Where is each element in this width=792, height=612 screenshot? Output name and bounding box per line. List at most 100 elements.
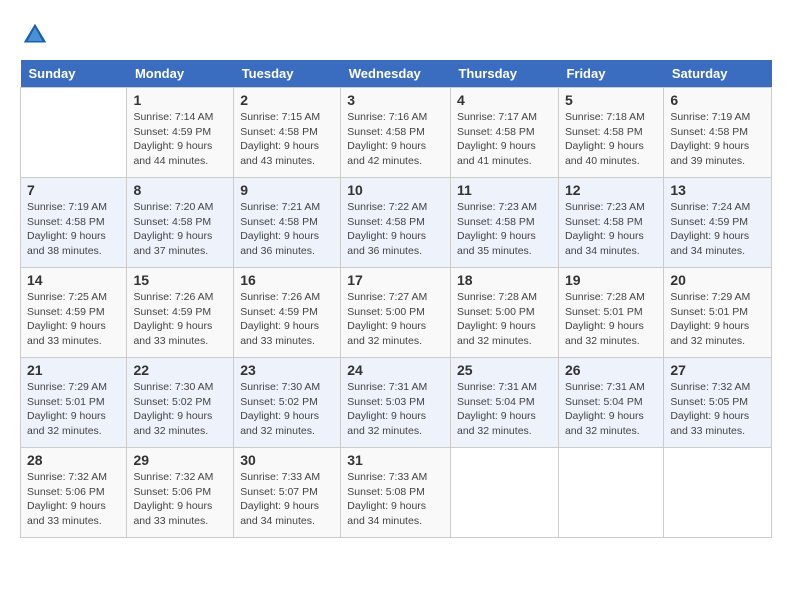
day-number: 9 (240, 182, 334, 198)
calendar-cell: 13 Sunrise: 7:24 AMSunset: 4:59 PMDayligh… (664, 178, 772, 268)
calendar-cell: 20Sunrise: 7:29 AMSunset: 5:01 PMDayligh… (664, 268, 772, 358)
day-info: Sunrise: 7:30 AMSunset: 5:02 PMDaylight:… (240, 380, 334, 439)
day-number: 16 (240, 272, 334, 288)
day-number: 10 (347, 182, 444, 198)
calendar-cell: 28 Sunrise: 7:32 AMSunset: 5:06 PMDayligh… (21, 448, 127, 538)
logo (20, 20, 54, 50)
day-info: Sunrise: 7:18 AMSunset: 4:58 PMDaylight:… (565, 110, 657, 169)
calendar-cell: 16 Sunrise: 7:26 AMSunset: 4:59 PMDayligh… (234, 268, 341, 358)
calendar-cell: 5 Sunrise: 7:18 AMSunset: 4:58 PMDaylight… (558, 88, 663, 178)
day-info: Sunrise: 7:32 AMSunset: 5:06 PMDaylight:… (133, 470, 227, 529)
day-info: Sunrise: 7:28 AMSunset: 5:00 PMDaylight:… (457, 290, 552, 349)
day-number: 8 (133, 182, 227, 198)
calendar-cell: 31Sunrise: 7:33 AMSunset: 5:08 PMDayligh… (341, 448, 451, 538)
calendar-cell (664, 448, 772, 538)
calendar-week-4: 21Sunrise: 7:29 AMSunset: 5:01 PMDayligh… (21, 358, 772, 448)
calendar-cell: 19 Sunrise: 7:28 AMSunset: 5:01 PMDayligh… (558, 268, 663, 358)
calendar-cell: 1 Sunrise: 7:14 AMSunset: 4:59 PMDaylight… (127, 88, 234, 178)
day-info: Sunrise: 7:29 AMSunset: 5:01 PMDaylight:… (670, 290, 765, 349)
calendar-cell: 9 Sunrise: 7:21 AMSunset: 4:58 PMDaylight… (234, 178, 341, 268)
column-header-thursday: Thursday (450, 60, 558, 88)
day-info: Sunrise: 7:32 AMSunset: 5:06 PMDaylight:… (27, 470, 120, 529)
day-info: Sunrise: 7:19 AMSunset: 4:58 PMDaylight:… (27, 200, 120, 259)
day-number: 17 (347, 272, 444, 288)
calendar-cell: 6 Sunrise: 7:19 AMSunset: 4:58 PMDaylight… (664, 88, 772, 178)
logo-icon (20, 20, 50, 50)
day-number: 30 (240, 452, 334, 468)
day-info: Sunrise: 7:17 AMSunset: 4:58 PMDaylight:… (457, 110, 552, 169)
day-info: Sunrise: 7:26 AMSunset: 4:59 PMDaylight:… (133, 290, 227, 349)
calendar-cell: 22 Sunrise: 7:30 AMSunset: 5:02 PMDayligh… (127, 358, 234, 448)
day-number: 18 (457, 272, 552, 288)
calendar-cell: 23 Sunrise: 7:30 AMSunset: 5:02 PMDayligh… (234, 358, 341, 448)
day-number: 27 (670, 362, 765, 378)
day-info: Sunrise: 7:31 AMSunset: 5:04 PMDaylight:… (565, 380, 657, 439)
calendar-cell (450, 448, 558, 538)
day-number: 7 (27, 182, 120, 198)
day-info: Sunrise: 7:32 AMSunset: 5:05 PMDaylight:… (670, 380, 765, 439)
calendar-cell: 10 Sunrise: 7:22 AMSunset: 4:58 PMDayligh… (341, 178, 451, 268)
calendar-cell: 11Sunrise: 7:23 AMSunset: 4:58 PMDayligh… (450, 178, 558, 268)
day-info: Sunrise: 7:24 AMSunset: 4:59 PMDaylight:… (670, 200, 765, 259)
day-number: 29 (133, 452, 227, 468)
day-info: Sunrise: 7:26 AMSunset: 4:59 PMDaylight:… (240, 290, 334, 349)
day-info: Sunrise: 7:14 AMSunset: 4:59 PMDaylight:… (133, 110, 227, 169)
calendar-cell: 8 Sunrise: 7:20 AMSunset: 4:58 PMDaylight… (127, 178, 234, 268)
day-number: 13 (670, 182, 765, 198)
calendar-cell: 30 Sunrise: 7:33 AMSunset: 5:07 PMDayligh… (234, 448, 341, 538)
calendar-cell: 18 Sunrise: 7:28 AMSunset: 5:00 PMDayligh… (450, 268, 558, 358)
day-number: 3 (347, 92, 444, 108)
calendar-week-2: 7 Sunrise: 7:19 AMSunset: 4:58 PMDaylight… (21, 178, 772, 268)
column-header-friday: Friday (558, 60, 663, 88)
day-number: 6 (670, 92, 765, 108)
day-number: 15 (133, 272, 227, 288)
calendar-week-5: 28 Sunrise: 7:32 AMSunset: 5:06 PMDayligh… (21, 448, 772, 538)
day-number: 19 (565, 272, 657, 288)
day-number: 23 (240, 362, 334, 378)
day-number: 25 (457, 362, 552, 378)
day-info: Sunrise: 7:22 AMSunset: 4:58 PMDaylight:… (347, 200, 444, 259)
calendar-cell: 26Sunrise: 7:31 AMSunset: 5:04 PMDayligh… (558, 358, 663, 448)
day-number: 5 (565, 92, 657, 108)
calendar-cell: 7 Sunrise: 7:19 AMSunset: 4:58 PMDaylight… (21, 178, 127, 268)
calendar-cell (558, 448, 663, 538)
calendar-cell: 15 Sunrise: 7:26 AMSunset: 4:59 PMDayligh… (127, 268, 234, 358)
calendar-week-1: 1 Sunrise: 7:14 AMSunset: 4:59 PMDaylight… (21, 88, 772, 178)
day-number: 4 (457, 92, 552, 108)
column-header-saturday: Saturday (664, 60, 772, 88)
column-header-wednesday: Wednesday (341, 60, 451, 88)
day-info: Sunrise: 7:15 AMSunset: 4:58 PMDaylight:… (240, 110, 334, 169)
calendar-cell: 14 Sunrise: 7:25 AMSunset: 4:59 PMDayligh… (21, 268, 127, 358)
day-info: Sunrise: 7:30 AMSunset: 5:02 PMDaylight:… (133, 380, 227, 439)
calendar-cell: 2 Sunrise: 7:15 AMSunset: 4:58 PMDaylight… (234, 88, 341, 178)
day-number: 14 (27, 272, 120, 288)
day-info: Sunrise: 7:33 AMSunset: 5:07 PMDaylight:… (240, 470, 334, 529)
column-header-sunday: Sunday (21, 60, 127, 88)
day-info: Sunrise: 7:23 AMSunset: 4:58 PMDaylight:… (457, 200, 552, 259)
day-info: Sunrise: 7:21 AMSunset: 4:58 PMDaylight:… (240, 200, 334, 259)
day-info: Sunrise: 7:31 AMSunset: 5:03 PMDaylight:… (347, 380, 444, 439)
day-number: 1 (133, 92, 227, 108)
day-number: 28 (27, 452, 120, 468)
day-number: 2 (240, 92, 334, 108)
calendar-cell: 25 Sunrise: 7:31 AMSunset: 5:04 PMDayligh… (450, 358, 558, 448)
calendar-cell: 27 Sunrise: 7:32 AMSunset: 5:05 PMDayligh… (664, 358, 772, 448)
calendar-table: SundayMondayTuesdayWednesdayThursdayFrid… (20, 60, 772, 538)
day-info: Sunrise: 7:25 AMSunset: 4:59 PMDaylight:… (27, 290, 120, 349)
calendar-cell: 21Sunrise: 7:29 AMSunset: 5:01 PMDayligh… (21, 358, 127, 448)
calendar-cell: 3Sunrise: 7:16 AMSunset: 4:58 PMDaylight… (341, 88, 451, 178)
day-info: Sunrise: 7:28 AMSunset: 5:01 PMDaylight:… (565, 290, 657, 349)
column-header-tuesday: Tuesday (234, 60, 341, 88)
calendar-cell: 29 Sunrise: 7:32 AMSunset: 5:06 PMDayligh… (127, 448, 234, 538)
column-header-monday: Monday (127, 60, 234, 88)
calendar-week-3: 14 Sunrise: 7:25 AMSunset: 4:59 PMDayligh… (21, 268, 772, 358)
day-number: 21 (27, 362, 120, 378)
day-info: Sunrise: 7:27 AMSunset: 5:00 PMDaylight:… (347, 290, 444, 349)
day-info: Sunrise: 7:20 AMSunset: 4:58 PMDaylight:… (133, 200, 227, 259)
day-info: Sunrise: 7:31 AMSunset: 5:04 PMDaylight:… (457, 380, 552, 439)
day-info: Sunrise: 7:19 AMSunset: 4:58 PMDaylight:… (670, 110, 765, 169)
calendar-header-row: SundayMondayTuesdayWednesdayThursdayFrid… (21, 60, 772, 88)
day-number: 12 (565, 182, 657, 198)
calendar-cell: 24Sunrise: 7:31 AMSunset: 5:03 PMDayligh… (341, 358, 451, 448)
day-number: 22 (133, 362, 227, 378)
